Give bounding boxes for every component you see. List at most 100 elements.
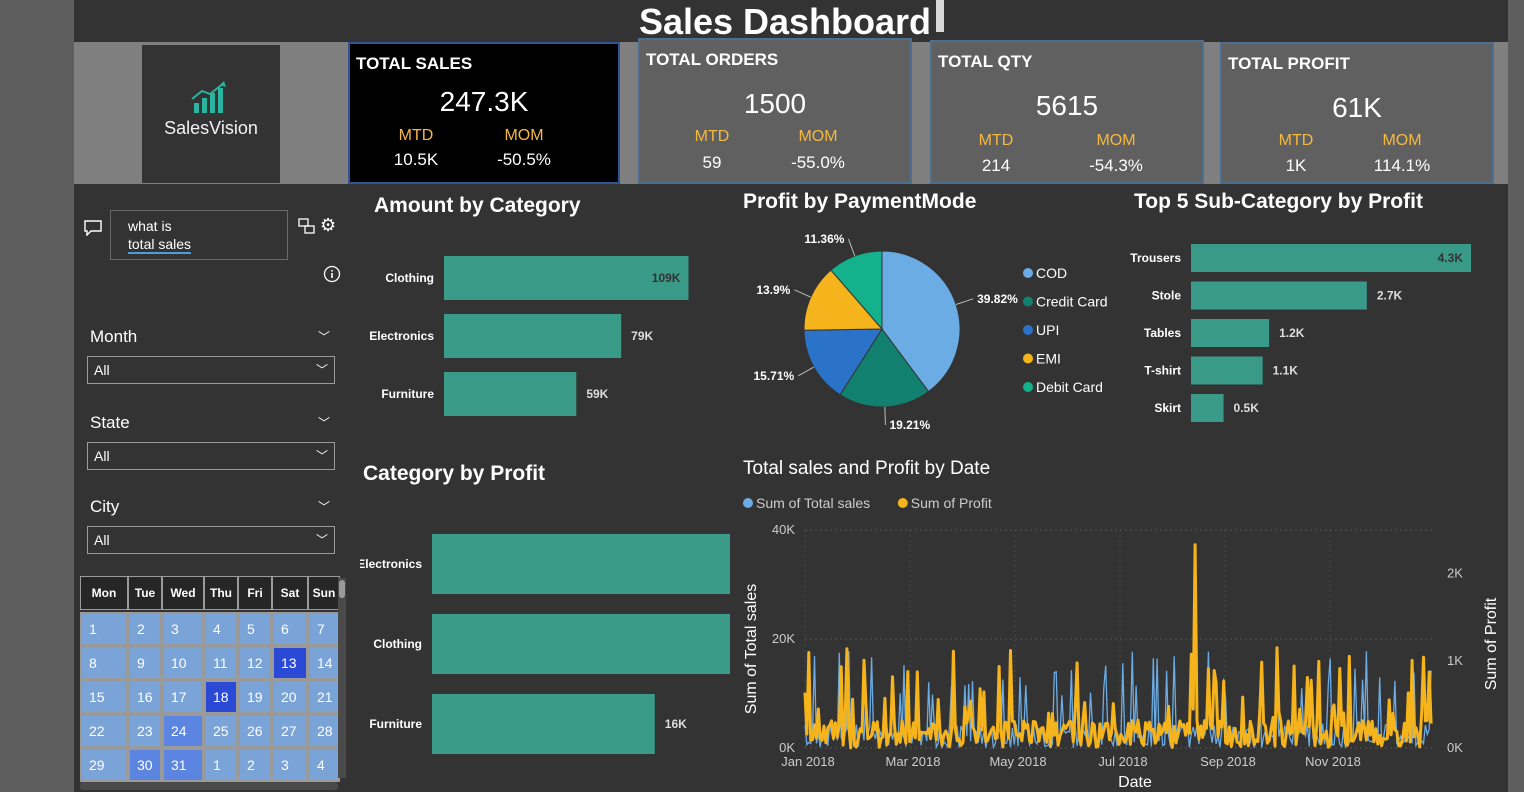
legend-marker xyxy=(1023,353,1033,364)
calendar-day[interactable]: 6 xyxy=(272,612,308,646)
bar[interactable] xyxy=(1191,281,1367,310)
calendar-day[interactable]: 18 xyxy=(204,680,238,714)
city-dropdown[interactable]: All ﹀ xyxy=(87,526,335,554)
amount-by-category-chart[interactable]: Clothing 109K Electronics 79K Furniture 59K xyxy=(360,240,700,430)
calendar-day[interactable]: 21 xyxy=(308,680,340,714)
calendar-weekday-header: Mon xyxy=(80,576,128,610)
scrollbar-thumb[interactable] xyxy=(339,580,345,598)
kpi-title: TOTAL SALES xyxy=(356,54,473,73)
x-tick: Jul 2018 xyxy=(1098,754,1147,769)
calendar-day[interactable]: 1 xyxy=(80,612,128,646)
calendar-day[interactable]: 25 xyxy=(204,714,238,748)
calendar-day[interactable]: 22 xyxy=(80,714,128,748)
chevron-down-icon[interactable]: ﹀ xyxy=(318,414,330,431)
bar[interactable] xyxy=(432,694,655,754)
calendar-day[interactable]: 11 xyxy=(204,646,238,680)
category-label: Skirt xyxy=(1154,401,1181,415)
kpi-mom-value: -55.0% xyxy=(791,153,845,172)
data-label: 0.5K xyxy=(1234,401,1260,415)
legend-item[interactable]: UPI xyxy=(1036,322,1059,338)
calendar-day[interactable]: 7 xyxy=(308,612,340,646)
calendar-day[interactable]: 20 xyxy=(272,680,308,714)
legend-item[interactable]: Debit Card xyxy=(1036,379,1103,395)
chevron-down-icon[interactable]: ﹀ xyxy=(318,498,330,515)
calendar-day[interactable]: 13 xyxy=(272,646,308,680)
calendar-day[interactable]: 31 xyxy=(162,748,204,782)
chevron-down-icon[interactable]: ﹀ xyxy=(318,328,330,345)
left-gutter xyxy=(0,0,74,792)
kpi-value: 1500 xyxy=(743,88,807,119)
category-label: Furniture xyxy=(369,717,422,731)
calendar-day[interactable]: 23 xyxy=(128,714,162,748)
convert-visual-icon[interactable] xyxy=(298,218,316,234)
calendar-day[interactable]: 4 xyxy=(204,612,238,646)
calendar-day[interactable]: 2 xyxy=(128,612,162,646)
calendar-day[interactable]: 24 xyxy=(162,714,204,748)
top5-subcategory-chart[interactable]: Trousers 4.3K Stole 2.7K Tables 1.2K T-shirt 1.… xyxy=(1120,235,1505,430)
kpi-mom-value: -50.5% xyxy=(497,150,551,169)
calendar-weekday-header: Fri xyxy=(238,576,272,610)
state-dropdown[interactable]: All ﹀ xyxy=(87,442,335,470)
bar[interactable] xyxy=(432,614,730,674)
category-by-profit-chart[interactable]: Electronics23KClothing22KFurniture16K xyxy=(360,520,730,770)
calendar-day[interactable]: 12 xyxy=(238,646,272,680)
calendar-day[interactable]: 17 xyxy=(162,680,204,714)
calendar-day[interactable]: 2 xyxy=(238,748,272,782)
qa-text-line2: total sales xyxy=(128,236,192,254)
calendar-day[interactable]: 9 xyxy=(128,646,162,680)
calendar-hscrollbar[interactable] xyxy=(80,782,338,790)
profit-by-paymentmode-chart[interactable]: 39.82% 19.21% 15.71% 13.9% 11.36% COD Credit C… xyxy=(740,230,1130,440)
info-icon[interactable] xyxy=(323,265,341,283)
kpi-card-total-orders[interactable]: TOTAL ORDERS 1500 MTD MOM 59 -55.0% xyxy=(638,38,912,184)
bar[interactable] xyxy=(1191,244,1471,272)
bar[interactable] xyxy=(1191,394,1224,422)
kpi-mtd-label: MTD xyxy=(1278,132,1314,149)
bar[interactable] xyxy=(432,534,730,594)
slice-label: 19.21% xyxy=(889,418,930,432)
data-label: 1.1K xyxy=(1273,364,1299,378)
legend-item[interactable]: EMI xyxy=(1036,351,1061,367)
y2-tick: 1K xyxy=(1447,653,1463,668)
month-dropdown[interactable]: All ﹀ xyxy=(87,356,335,384)
calendar-day[interactable]: 27 xyxy=(272,714,308,748)
legend-item[interactable]: Sum of Total sales xyxy=(756,495,870,511)
x-axis-title: Date xyxy=(1118,774,1152,791)
bar[interactable] xyxy=(1191,356,1263,385)
data-label: 2.7K xyxy=(1377,289,1403,303)
calendar-day[interactable]: 5 xyxy=(238,612,272,646)
calendar-day[interactable]: 26 xyxy=(238,714,272,748)
legend-item[interactable]: COD xyxy=(1036,265,1067,281)
calendar-day[interactable]: 19 xyxy=(238,680,272,714)
data-label: 59K xyxy=(586,387,608,401)
bar[interactable] xyxy=(1191,319,1270,347)
calendar-day[interactable]: 1 xyxy=(204,748,238,782)
calendar-day[interactable]: 29 xyxy=(80,748,128,782)
bar[interactable] xyxy=(444,314,622,358)
calendar-day[interactable]: 3 xyxy=(162,612,204,646)
kpi-card-total-qty[interactable]: TOTAL QTY 5615 MTD MOM 214 -54.3% xyxy=(930,40,1204,184)
legend-item[interactable]: Sum of Profit xyxy=(911,495,992,511)
calendar-day[interactable]: 14 xyxy=(308,646,340,680)
calendar-day[interactable]: 28 xyxy=(308,714,340,748)
bar[interactable] xyxy=(444,372,577,416)
calendar-day[interactable]: 16 xyxy=(128,680,162,714)
legend-item[interactable]: Credit Card xyxy=(1036,294,1108,310)
calendar-day[interactable]: 3 xyxy=(272,748,308,782)
calendar-day[interactable]: 15 xyxy=(80,680,128,714)
kpi-card-total-profit[interactable]: TOTAL PROFIT 61K MTD MOM 1K 114.1% xyxy=(1220,42,1494,184)
gear-icon[interactable]: ⚙ xyxy=(320,215,336,236)
calendar-day[interactable]: 4 xyxy=(308,748,340,782)
x-tick: Nov 2018 xyxy=(1305,754,1361,769)
calendar-day[interactable]: 8 xyxy=(80,646,128,680)
kpi-mtd-label: MTD xyxy=(978,132,1014,149)
data-label: 16K xyxy=(665,717,687,731)
calendar-day[interactable]: 10 xyxy=(162,646,204,680)
kpi-card-total-sales[interactable]: TOTAL SALES 247.3K MTD MOM 10.5K -50.5% xyxy=(348,42,620,184)
slicer-title-state: State xyxy=(90,413,130,432)
calendar-scrollbar[interactable] xyxy=(338,578,346,778)
text-cursor xyxy=(936,0,944,32)
leader-line xyxy=(797,366,815,377)
legend-marker xyxy=(1023,325,1033,335)
calendar-day[interactable]: 30 xyxy=(128,748,162,782)
sales-profit-by-date-chart[interactable]: Sum of Total sales Sum of Profit 0K 20K 40K 0… xyxy=(740,490,1506,792)
